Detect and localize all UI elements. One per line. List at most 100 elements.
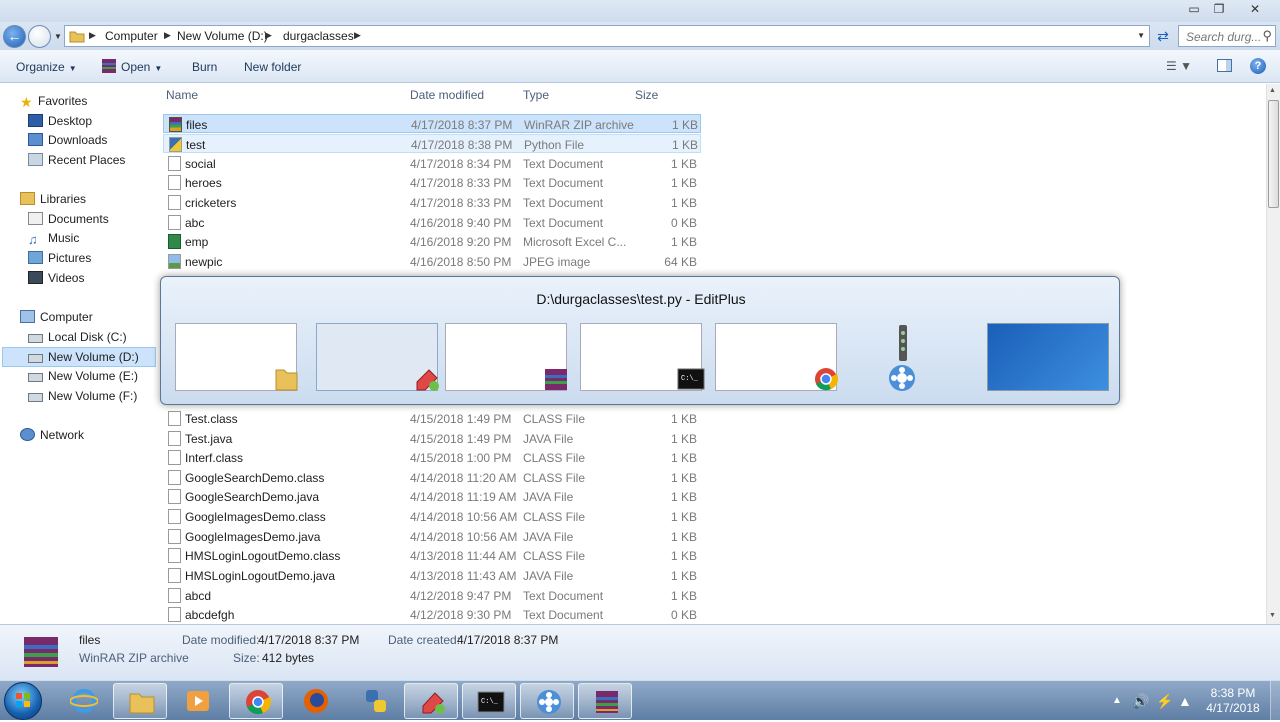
table-row[interactable]: HMSLoginLogoutDemo.java 4/13/2018 11:43 A… (163, 566, 701, 585)
cell-size: 1 KB (670, 196, 697, 210)
table-row[interactable]: emp 4/16/2018 9:20 PM Microsoft Excel C...… (163, 232, 701, 251)
organize-button[interactable]: Organize ▼ (16, 60, 77, 74)
taskbar-settings-app[interactable] (520, 683, 574, 719)
nav-computer[interactable]: Computer (20, 310, 93, 324)
back-button[interactable]: ← (3, 25, 26, 48)
switcher-thumb-cmd[interactable]: C:\_ (580, 323, 705, 391)
breadcrumb-durgaclasses[interactable]: durgaclasses (283, 29, 354, 43)
table-row[interactable]: Test.java 4/15/2018 1:49 PM JAVA File 1 KB (163, 429, 701, 448)
search-input[interactable]: Search durg... ⚲ (1178, 25, 1276, 47)
switcher-thumb-explorer[interactable] (175, 323, 298, 391)
table-row[interactable]: cricketers 4/17/2018 8:33 PM Text Document… (163, 193, 701, 212)
taskbar-media[interactable] (170, 683, 224, 719)
vertical-scrollbar[interactable]: ▲ ▼ (1266, 84, 1280, 624)
nav-recent-places[interactable]: Recent Places (28, 153, 125, 167)
address-bar[interactable]: ▶ Computer ▶ New Volume (D:) ▶ durgaclas… (64, 25, 1150, 47)
maximize-button[interactable]: ❐ (1207, 0, 1231, 18)
settings-flower-icon[interactable] (887, 363, 917, 393)
taskbar-explorer[interactable] (113, 683, 167, 719)
show-hidden-icons-icon[interactable]: ▲ (1112, 695, 1122, 706)
nav-volume-f[interactable]: New Volume (F:) (28, 389, 137, 403)
forward-button[interactable] (28, 25, 51, 48)
table-row[interactable]: social 4/17/2018 8:34 PM Text Document 1 KB (163, 154, 701, 173)
table-row[interactable]: abcd 4/12/2018 9:47 PM Text Document 1 KB (163, 586, 701, 605)
nav-downloads[interactable]: Downloads (28, 133, 107, 147)
nav-desktop[interactable]: Desktop (28, 114, 92, 128)
navigation-pane: ★ Favorites Desktop Downloads Recent Plac… (0, 84, 158, 624)
table-row[interactable]: newpic 4/16/2018 8:50 PM JPEG image 64 KB (163, 252, 701, 271)
nav-videos[interactable]: Videos (28, 271, 84, 285)
refresh-button[interactable]: ⇄ (1152, 26, 1174, 46)
clock[interactable]: 8:38 PM 4/17/2018 (1198, 686, 1268, 716)
taskbar-editplus[interactable] (404, 683, 458, 719)
nav-favorites[interactable]: ★ Favorites (20, 94, 87, 110)
taskbar-firefox[interactable] (288, 683, 342, 719)
cell-type: CLASS File (523, 451, 586, 465)
cell-size: 1 KB (670, 412, 697, 426)
breadcrumb-separator[interactable]: ▶ (354, 30, 361, 41)
nav-label: Desktop (48, 114, 93, 128)
table-row[interactable]: files 4/17/2018 8:37 PM WinRAR ZIP archive… (163, 114, 701, 133)
column-header-size[interactable]: Size (635, 88, 658, 102)
scroll-up-icon[interactable]: ▲ (1269, 87, 1276, 94)
drive-icon (28, 354, 43, 363)
nav-label: New Volume (E:) (48, 369, 139, 383)
table-row[interactable]: abc 4/16/2018 9:40 PM Text Document 0 KB (163, 213, 701, 232)
file-icon (168, 548, 181, 563)
minimize-button[interactable]: ▭ (1182, 0, 1206, 18)
taskbar-ie[interactable] (56, 683, 110, 719)
burn-button[interactable]: Burn (192, 60, 217, 74)
close-button[interactable]: ✕ (1243, 0, 1267, 18)
start-button[interactable] (4, 682, 42, 720)
table-row[interactable]: GoogleImagesDemo.class 4/14/2018 10:56 AM… (163, 507, 701, 526)
nav-pictures[interactable]: Pictures (28, 251, 91, 265)
details-size-label: Size: (233, 651, 260, 665)
taskbar-cmd[interactable]: C:\_ (462, 683, 516, 719)
scroll-thumb[interactable] (1268, 100, 1279, 208)
breadcrumb-separator[interactable]: ▶ (89, 30, 96, 41)
taskbar-python[interactable] (348, 683, 402, 719)
network-signal-icon[interactable]: ▲ (1178, 693, 1192, 709)
table-row[interactable]: abcdefgh 4/12/2018 9:30 PM Text Document 0 … (163, 605, 701, 624)
views-button[interactable]: ☰ ▼ (1166, 59, 1192, 73)
table-row[interactable]: GoogleSearchDemo.java 4/14/2018 11:19 AM J… (163, 487, 701, 506)
open-button[interactable]: Open ▼ (101, 59, 162, 74)
nav-network[interactable]: Network (20, 428, 84, 442)
new-folder-button[interactable]: New folder (244, 60, 301, 74)
show-desktop-button[interactable] (1270, 681, 1280, 721)
help-button[interactable]: ? (1250, 58, 1266, 74)
organize-label: Organize (16, 60, 65, 74)
nav-music[interactable]: ♫ Music (28, 231, 79, 247)
breadcrumb-computer[interactable]: Computer (105, 29, 158, 43)
switcher-thumb-chrome[interactable] (715, 323, 839, 391)
breadcrumb-separator[interactable]: ▶ (164, 30, 171, 41)
taskbar-winrar[interactable] (578, 683, 632, 719)
nav-volume-e[interactable]: New Volume (E:) (28, 369, 138, 383)
nav-local-disk-c[interactable]: Local Disk (C:) (28, 330, 127, 344)
table-row[interactable]: GoogleSearchDemo.class 4/14/2018 11:20 AM… (163, 468, 701, 487)
scroll-down-icon[interactable]: ▼ (1269, 612, 1276, 619)
breadcrumb-volume-d[interactable]: New Volume (D:) (177, 29, 268, 43)
breadcrumb-separator[interactable]: ▶ (265, 30, 272, 41)
recent-pages-dropdown[interactable]: ▼ (54, 32, 62, 41)
address-dropdown-icon[interactable]: ▼ (1137, 31, 1145, 40)
switcher-thumb-desktop[interactable] (987, 323, 1109, 391)
taskbar-chrome[interactable] (229, 683, 283, 719)
switcher-thumb-editplus[interactable] (316, 323, 439, 391)
table-row[interactable]: Interf.class 4/15/2018 1:00 PM CLASS File 1… (163, 448, 701, 467)
nav-documents[interactable]: Documents (28, 212, 109, 226)
table-row[interactable]: HMSLoginLogoutDemo.class 4/13/2018 11:44 … (163, 546, 701, 565)
switcher-thumb-winrar[interactable] (445, 323, 567, 391)
table-row[interactable]: GoogleImagesDemo.java 4/14/2018 10:56 AM J… (163, 527, 701, 546)
column-header-date[interactable]: Date modified (410, 88, 484, 102)
column-header-name[interactable]: Name (166, 88, 198, 102)
volume-icon[interactable]: 🔊 (1132, 693, 1149, 710)
table-row[interactable]: test 4/17/2018 8:38 PM Python File 1 KB (163, 134, 701, 153)
power-icon[interactable]: ⚡ (1156, 693, 1173, 710)
nav-volume-d[interactable]: New Volume (D:) (28, 350, 139, 364)
table-row[interactable]: Test.class 4/15/2018 1:49 PM CLASS File 1 K… (163, 409, 701, 428)
nav-libraries[interactable]: Libraries (20, 192, 86, 206)
preview-pane-button[interactable] (1217, 59, 1232, 72)
table-row[interactable]: heroes 4/17/2018 8:33 PM Text Document 1 KB (163, 173, 701, 192)
column-header-type[interactable]: Type (523, 88, 549, 102)
